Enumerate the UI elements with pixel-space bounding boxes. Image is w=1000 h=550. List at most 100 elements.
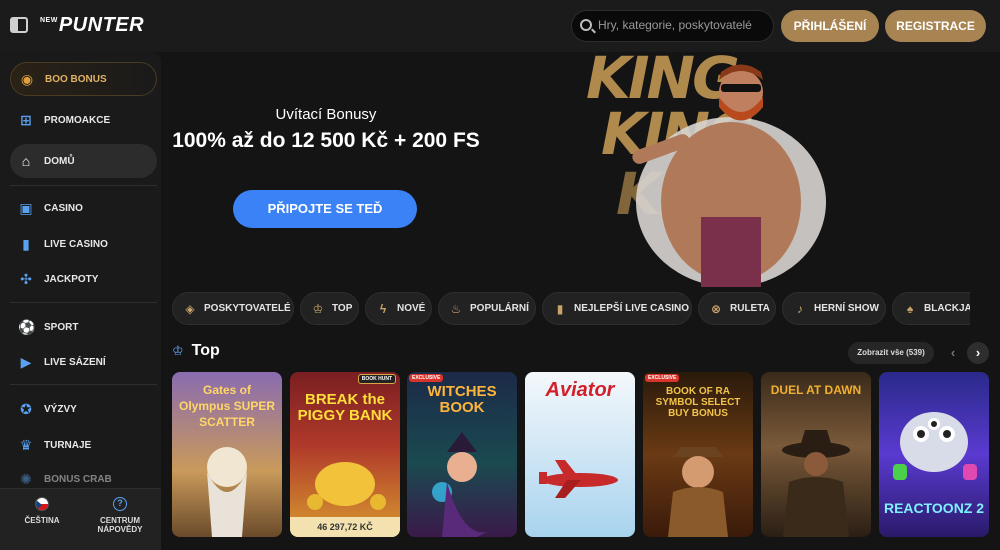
crown-icon: ♔ (312, 301, 324, 316)
language-selector[interactable]: ČEŠTINA (7, 497, 77, 525)
search-box[interactable] (571, 10, 774, 42)
sidebar-item-challenges[interactable]: ✪ VÝZVY (10, 392, 157, 426)
game-artwork (539, 460, 618, 498)
sidebar-divider (10, 384, 157, 385)
slot-machine-icon: ▣ (19, 200, 33, 216)
sidebar-item-label: LIVE SÁZENÍ (44, 356, 106, 368)
game-tile[interactable]: REACTOONZ 2 (879, 372, 989, 537)
sidebar-toggle-icon[interactable] (10, 17, 28, 33)
chip-label: POSKYTOVATELÉ (204, 303, 291, 314)
crown-icon: ♔ (172, 343, 184, 358)
jackpot-amount: 46 297,72 KČ (290, 517, 400, 537)
microphone-icon: ♪ (797, 301, 803, 316)
carousel-next-arrow-icon[interactable]: › (967, 342, 989, 364)
spade-icon: ♠ (906, 301, 914, 316)
carousel-prev-arrow-icon[interactable]: ‹ (942, 342, 964, 364)
game-artwork (307, 462, 386, 510)
clover-icon: ✣ (20, 271, 32, 287)
sidebar-item-boo-bonus[interactable]: ◉ BOO BONUS (10, 62, 157, 96)
sidebar-item-promoakce[interactable]: ⊞ PROMOAKCE (10, 103, 157, 137)
home-icon: ⌂ (21, 153, 31, 169)
category-bar: ◈ POSKYTOVATELÉ ♔ TOP ϟ NOVÉ ♨ POPULÁRNÍ… (172, 292, 970, 326)
sidebar-footer: ČEŠTINA ? CENTRUM NÁPOVĚDY (0, 488, 161, 550)
video-icon: ▶ (20, 354, 32, 370)
hero-title: 100% až do 12 500 Kč + 200 FS (172, 129, 480, 152)
game-tile[interactable]: Gates of Olympus SUPER SCATTER (172, 372, 282, 537)
see-all-button[interactable]: Zobrazit vše (539) (848, 342, 934, 364)
sidebar-item-live-betting[interactable]: ▶ LIVE SÁZENÍ (10, 345, 157, 379)
medal-icon: ✪ (20, 401, 32, 417)
crab-icon: ✺ (20, 471, 32, 487)
chip-popular[interactable]: ♨ POPULÁRNÍ (438, 292, 536, 325)
game-tile[interactable]: EXCLUSIVE BOOK OF RA SYMBOL SELECT BUY B… (643, 372, 753, 537)
search-input[interactable] (598, 18, 768, 32)
chip-label: RULETA (730, 303, 770, 314)
top-header: NEWPUNTER PŘIHLÁŠENÍ REGISTRACE (0, 0, 1000, 52)
chip-best-live-casino[interactable]: ▮ NEJLEPŠÍ LIVE CASINO (542, 292, 692, 325)
sidebar-item-casino[interactable]: ▣ CASINO (10, 191, 157, 225)
game-artwork (432, 432, 487, 537)
question-icon: ? (113, 497, 127, 511)
logo-text: PUNTER (58, 14, 145, 36)
game-tile[interactable]: BOOK HUNT BREAK the PIGGY BANK 46 297,72… (290, 372, 400, 537)
chip-providers[interactable]: ◈ POSKYTOVATELÉ (172, 292, 294, 325)
help-center-link[interactable]: ? CENTRUM NÁPOVĚDY (85, 497, 155, 534)
hero-character-image (632, 64, 826, 287)
chip-label: TOP (332, 303, 353, 314)
chip-top[interactable]: ♔ TOP (300, 292, 359, 325)
sidebar-item-label: SPORT (44, 321, 79, 333)
game-artwork (207, 447, 247, 537)
chip-new[interactable]: ϟ NOVÉ (365, 292, 432, 325)
card-icon: ▮ (556, 301, 564, 316)
card-icon: ▮ (22, 236, 30, 252)
roulette-icon: ⊗ (710, 301, 722, 316)
pumpkin-icon: ◉ (20, 71, 34, 87)
sidebar-item-label: DOMŮ (44, 155, 75, 167)
lightning-icon: ϟ (379, 301, 387, 316)
login-button[interactable]: PŘIHLÁŠENÍ (781, 10, 879, 42)
chip-game-show[interactable]: ♪ HERNÍ SHOW (782, 292, 886, 325)
chip-label: NOVÉ (397, 303, 426, 314)
join-now-button[interactable]: PŘIPOJTE SE TEĎ (233, 190, 417, 228)
language-label: ČEŠTINA (24, 516, 60, 525)
sidebar-item-live-casino[interactable]: ▮ LIVE CASINO (10, 227, 157, 261)
sidebar-item-label: LIVE CASINO (44, 238, 108, 250)
sidebar-item-label: CASINO (44, 202, 83, 214)
section-title-top: ♔ Top (172, 342, 220, 360)
sidebar-item-home[interactable]: ⌂ DOMŮ (10, 144, 157, 178)
site-logo[interactable]: NEWPUNTER (40, 14, 144, 37)
game-tile[interactable]: DUEL AT DAWN (761, 372, 871, 537)
chip-roulette[interactable]: ⊗ RULETA (698, 292, 776, 325)
czech-flag-icon (35, 497, 49, 511)
chip-label: HERNÍ SHOW (814, 303, 879, 314)
sidebar-divider (10, 302, 157, 303)
sidebar-item-sport[interactable]: ⚽ SPORT (10, 310, 157, 344)
gift-icon: ⊞ (20, 112, 32, 128)
game-artwork (782, 430, 850, 537)
game-tile[interactable]: EXCLUSIVE WITCHES BOOK (407, 372, 517, 537)
chip-label: POPULÁRNÍ (470, 303, 529, 314)
sidebar: ◉ BOO BONUS ⊞ PROMOAKCE ⌂ DOMŮ ▣ CASINO … (0, 52, 161, 550)
game-tile[interactable]: Aviator (525, 372, 635, 537)
game-title: REACTOONZ 2 (883, 500, 985, 516)
chip-blackjack[interactable]: ♠ BLACKJACK (892, 292, 970, 325)
section-title-text: Top (191, 342, 220, 359)
sidebar-divider (10, 185, 157, 186)
hero-banner[interactable]: KING KING KING Uvítací Bonusy 100% až do… (161, 52, 1000, 287)
game-artwork (668, 447, 728, 537)
sidebar-item-tournaments[interactable]: ♛ TURNAJE (10, 428, 157, 462)
register-button[interactable]: REGISTRACE (885, 10, 986, 42)
chip-label: NEJLEPŠÍ LIVE CASINO (574, 303, 690, 314)
sidebar-item-jackpots[interactable]: ✣ JACKPOTY (10, 262, 157, 296)
layers-icon: ◈ (185, 301, 195, 316)
football-icon: ⚽ (18, 319, 36, 335)
sidebar-item-label: TURNAJE (44, 439, 92, 451)
sidebar-item-label: BOO BONUS (45, 73, 107, 85)
logo-prefix: NEW (40, 17, 58, 24)
sidebar-item-label: VÝZVY (44, 403, 77, 415)
help-label: CENTRUM NÁPOVĚDY (97, 516, 143, 534)
chip-label: BLACKJACK (924, 303, 970, 314)
search-icon (580, 19, 592, 31)
sidebar-item-label: BONUS CRAB (44, 473, 112, 485)
hero-subtitle: Uvítací Bonusy (275, 106, 377, 123)
